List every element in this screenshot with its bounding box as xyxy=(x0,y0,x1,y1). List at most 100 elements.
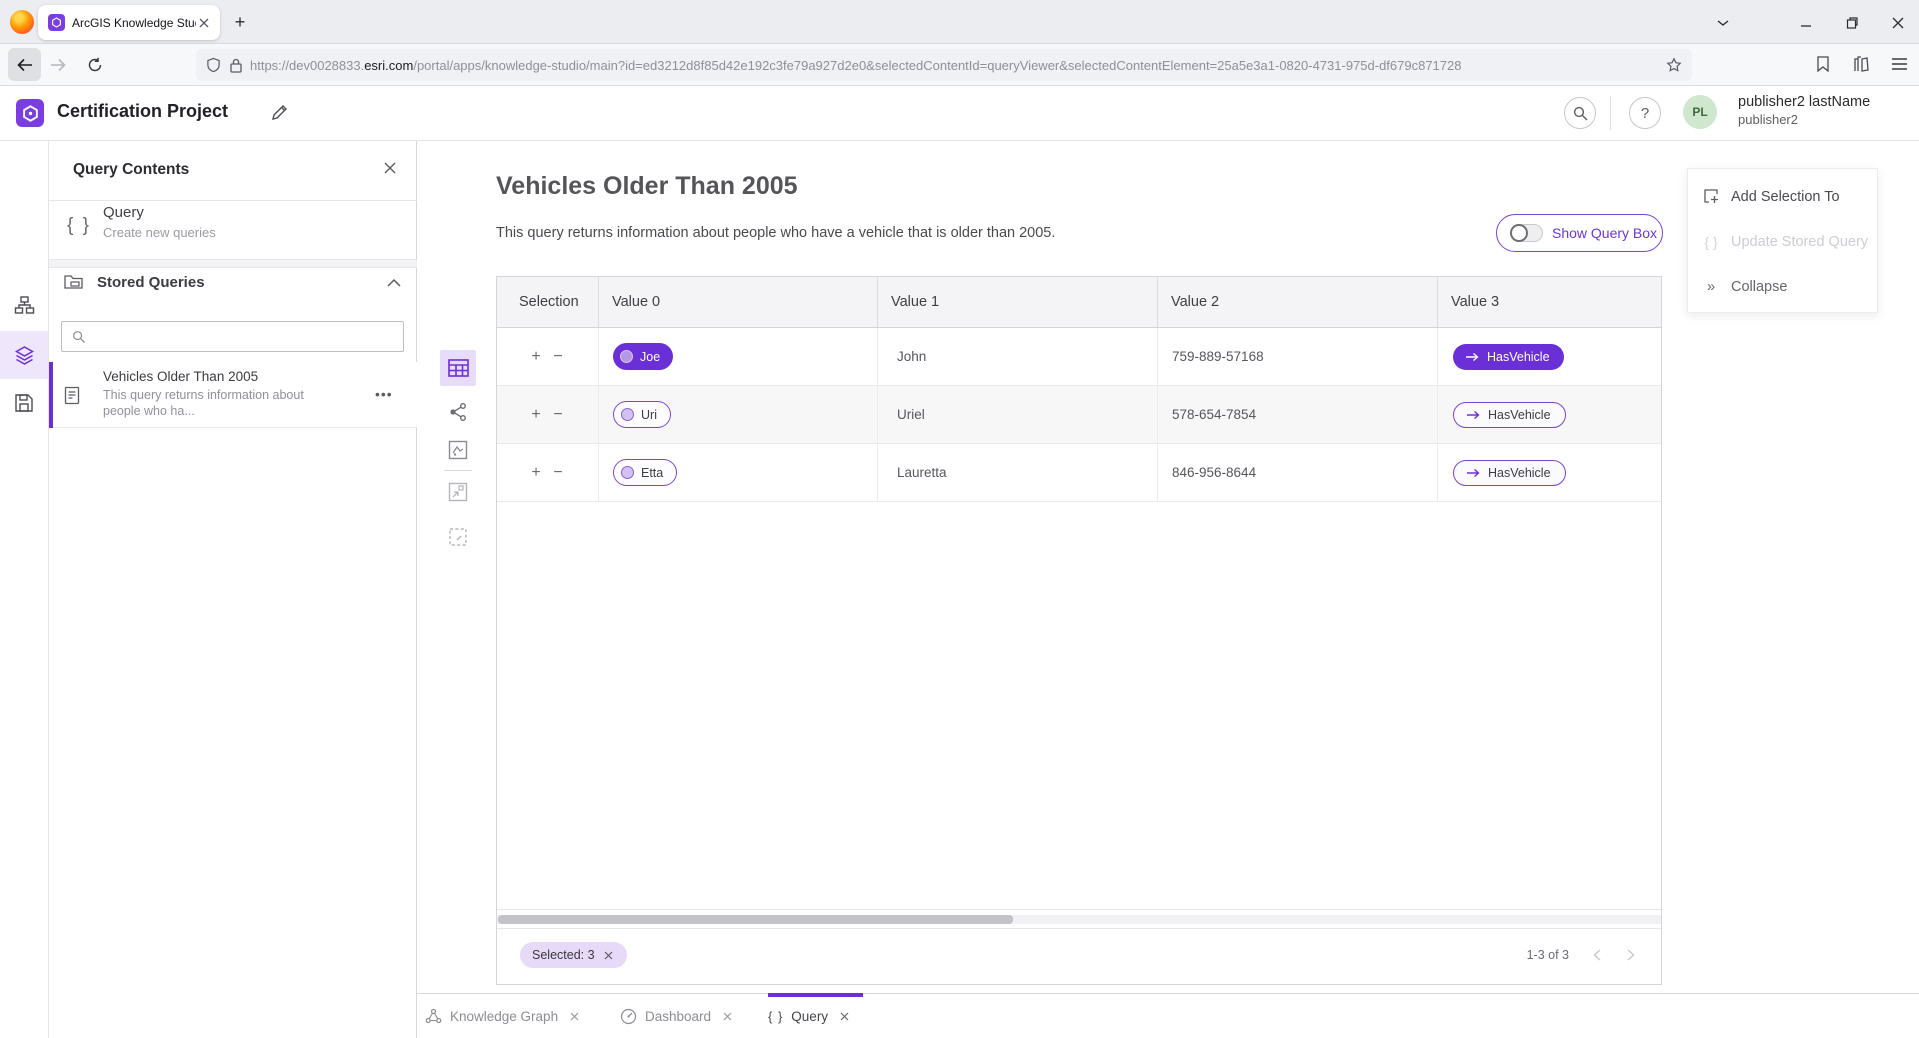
query-contents-panel: Query Contents Query Create new queries … xyxy=(49,141,417,1038)
toggle-knob xyxy=(1510,224,1528,242)
stored-queries-header[interactable]: Stored Queries xyxy=(97,274,205,291)
left-icon-rail xyxy=(0,141,49,1038)
relationship-pill[interactable]: HasVehicle xyxy=(1453,344,1564,370)
menu-item-add-selection-to[interactable]: Add Selection To xyxy=(1688,174,1877,219)
extensions-icon[interactable] xyxy=(1849,52,1873,76)
back-button[interactable] xyxy=(8,48,41,81)
tab-knowledge-graph[interactable]: Knowledge Graph xyxy=(425,994,582,1038)
next-page-button[interactable] xyxy=(1619,943,1643,967)
data-model-tree-icon[interactable] xyxy=(14,295,35,316)
new-tab-button[interactable]: + xyxy=(228,10,252,34)
link-chart-icon[interactable] xyxy=(448,402,468,422)
bottom-tabbar: Knowledge Graph Dashboard Query xyxy=(417,993,1919,1038)
panel-close-icon[interactable] xyxy=(383,161,401,179)
selected-item-indicator xyxy=(49,362,53,428)
query-item-label[interactable]: Query xyxy=(103,204,144,221)
scrollbar-thumb[interactable] xyxy=(498,915,1013,924)
menu-item-update-stored-query[interactable]: Update Stored Query xyxy=(1688,219,1877,264)
url-bar[interactable]: https://dev0028833.esri.com/portal/apps/… xyxy=(196,49,1692,81)
window-minimize-button[interactable] xyxy=(1795,12,1817,34)
firefox-logo-icon[interactable] xyxy=(10,10,34,34)
url-text[interactable]: https://dev0028833.esri.com/portal/apps/… xyxy=(250,58,1666,73)
add-selection-to-icon xyxy=(1702,188,1720,206)
window-close-button[interactable] xyxy=(1887,12,1909,34)
stored-queries-collapse-chevron-icon[interactable] xyxy=(387,278,401,287)
save-icon[interactable] xyxy=(14,393,35,414)
relationship-pill[interactable]: HasVehicle xyxy=(1453,402,1566,428)
browser-tab[interactable]: ArcGIS Knowledge Studio xyxy=(38,5,220,40)
map-view-icon[interactable] xyxy=(448,440,468,460)
stored-query-desc-line2: people who ha... xyxy=(103,404,195,418)
cell-value: 759-889-57168 xyxy=(1172,349,1264,364)
cell-value: 846-956-8644 xyxy=(1172,465,1256,480)
user-avatar[interactable]: PL xyxy=(1683,95,1717,129)
url-path: /portal/apps/knowledge-studio/main?id=ed… xyxy=(413,58,1461,73)
list-tabs-chevron-icon[interactable] xyxy=(1712,12,1734,34)
tracking-shield-icon[interactable] xyxy=(206,57,221,73)
cell-value: 578-654-7854 xyxy=(1172,407,1256,422)
add-selection-button[interactable]: + xyxy=(525,346,547,368)
pocket-save-icon[interactable] xyxy=(1811,52,1835,76)
add-selection-button[interactable]: + xyxy=(525,462,547,484)
entity-pill[interactable]: Uri xyxy=(613,401,671,428)
page-subtitle: This query returns information about peo… xyxy=(496,225,1055,241)
stored-query-desc-line1: This query returns information about xyxy=(103,388,304,402)
table-footer: Selected: 3 1-3 of 3 xyxy=(497,928,1661,984)
tool-strip-divider xyxy=(444,470,472,471)
stored-query-list-item[interactable]: Vehicles Older Than 2005 This query retu… xyxy=(49,362,417,428)
edit-project-title-icon[interactable] xyxy=(270,103,290,123)
table-row[interactable]: + − Uri Uriel 578-654-7854 HasVehicle xyxy=(497,386,1661,444)
tab-query[interactable]: Query xyxy=(768,994,852,1038)
add-selection-button[interactable]: + xyxy=(525,404,547,426)
pagination-range: 1-3 of 3 xyxy=(1527,948,1569,962)
forward-button[interactable] xyxy=(46,53,70,77)
window-maximize-button[interactable] xyxy=(1841,12,1863,34)
browser-tab-title: ArcGIS Knowledge Studio xyxy=(72,16,196,30)
tab-close-icon[interactable] xyxy=(196,15,212,31)
tab-close-icon[interactable] xyxy=(566,1009,582,1025)
horizontal-scrollbar[interactable] xyxy=(497,915,1661,924)
toggle-track[interactable] xyxy=(1510,224,1543,242)
help-button[interactable]: ? xyxy=(1629,97,1661,129)
table-row[interactable]: + − Joe John 759-889-57168 HasVehicle xyxy=(497,328,1661,386)
stored-queries-search-input[interactable] xyxy=(61,321,404,352)
knowledge-studio-logo xyxy=(16,99,44,127)
selected-count-chip[interactable]: Selected: 3 xyxy=(520,942,627,968)
column-header-value0[interactable]: Value 0 xyxy=(599,277,878,327)
tab-dashboard[interactable]: Dashboard xyxy=(620,994,735,1038)
clear-selection-icon[interactable] xyxy=(601,947,617,963)
previous-page-button[interactable] xyxy=(1585,943,1609,967)
entity-pill[interactable]: Joe xyxy=(613,343,673,370)
entity-pill[interactable]: Etta xyxy=(613,459,677,486)
lock-icon[interactable] xyxy=(230,58,242,73)
layers-icon[interactable] xyxy=(14,345,35,366)
tab-close-icon[interactable] xyxy=(836,1009,852,1025)
knowledge-graph-icon xyxy=(425,1008,442,1025)
remove-selection-button[interactable]: − xyxy=(547,346,569,368)
tab-close-icon[interactable] xyxy=(719,1009,735,1025)
bookmark-star-icon[interactable] xyxy=(1666,57,1682,73)
cell-value: Uriel xyxy=(897,407,925,422)
add-to-link-chart-icon[interactable] xyxy=(448,482,468,502)
stored-query-doc-icon xyxy=(64,386,80,405)
panel-title: Query Contents xyxy=(73,161,189,179)
hamburger-menu-icon[interactable] xyxy=(1887,52,1911,76)
stored-queries-folder-icon xyxy=(64,273,83,290)
column-header-value2[interactable]: Value 2 xyxy=(1158,277,1438,327)
reload-button[interactable] xyxy=(83,53,107,77)
stored-query-options-icon[interactable] xyxy=(375,384,397,404)
search-button[interactable] xyxy=(1564,97,1596,129)
table-row[interactable]: + − Etta Lauretta 846-956-8644 HasVehicl… xyxy=(497,444,1661,502)
column-header-selection[interactable]: Selection xyxy=(497,277,599,327)
column-header-value1[interactable]: Value 1 xyxy=(878,277,1158,327)
arrow-right-icon xyxy=(1466,410,1480,420)
column-header-value3[interactable]: Value 3 xyxy=(1438,277,1661,327)
table-body-divider xyxy=(497,909,1661,910)
menu-item-collapse[interactable]: Collapse xyxy=(1688,264,1877,309)
table-view-selected-highlight[interactable] xyxy=(440,350,476,386)
relationship-pill[interactable]: HasVehicle xyxy=(1453,460,1566,486)
show-query-box-toggle[interactable]: Show Query Box xyxy=(1496,214,1663,252)
selection-box-icon[interactable] xyxy=(448,527,468,547)
remove-selection-button[interactable]: − xyxy=(547,404,569,426)
remove-selection-button[interactable]: − xyxy=(547,462,569,484)
